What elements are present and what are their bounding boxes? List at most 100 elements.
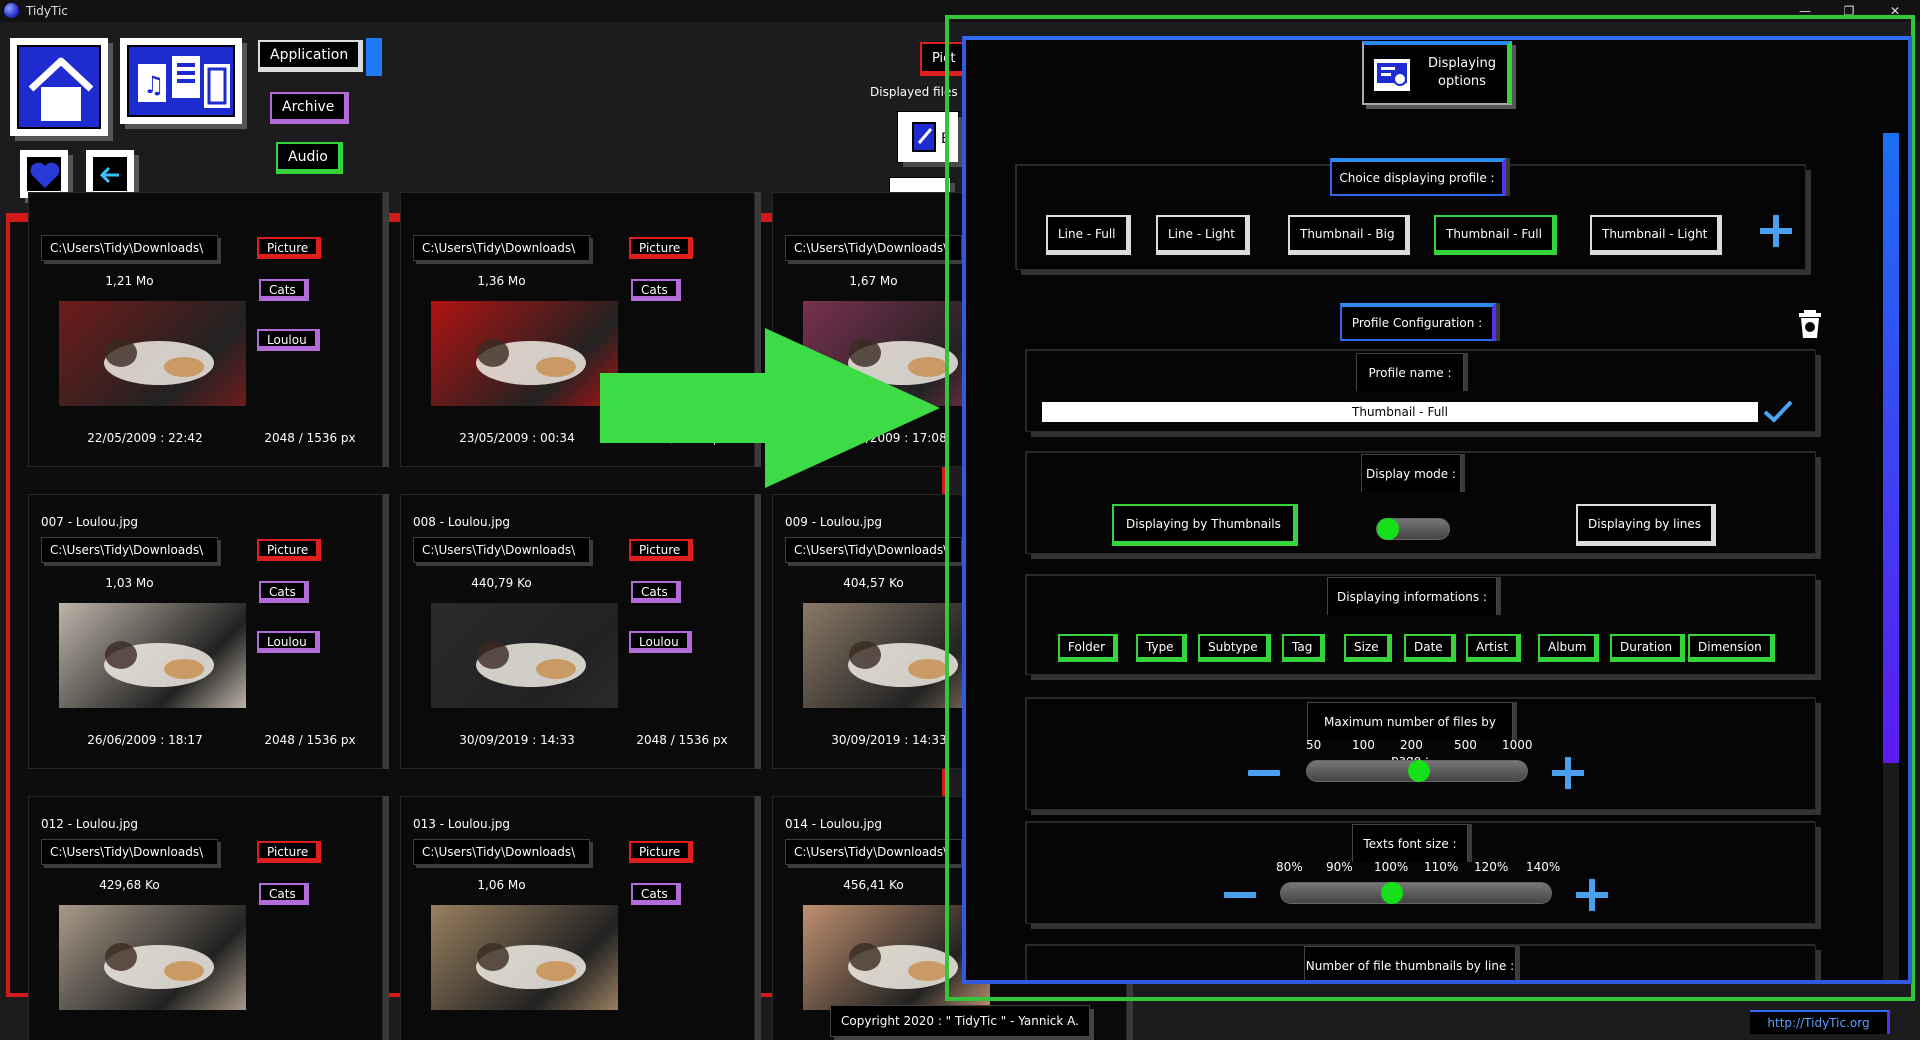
- max-files-slider-knob[interactable]: [1408, 760, 1430, 782]
- file-size: 404,57 Ko: [843, 576, 904, 590]
- file-path: C:\Users\Tidy\Downloads\: [41, 839, 218, 865]
- font-size-increase-button[interactable]: [1576, 879, 1608, 911]
- info-field-size[interactable]: Size: [1344, 634, 1392, 662]
- website-link[interactable]: http://TidyTic.org: [1750, 1010, 1890, 1034]
- font-size-slider-knob[interactable]: [1381, 882, 1403, 904]
- archive-filter-button[interactable]: Archive: [270, 92, 350, 124]
- file-date: 30/09/2019 : 14:33: [459, 733, 575, 747]
- file-thumbnail[interactable]: [431, 603, 618, 708]
- home-button[interactable]: [10, 38, 108, 136]
- file-size: 1,06 Mo: [477, 878, 526, 892]
- info-field-duration[interactable]: Duration: [1610, 634, 1686, 662]
- cat-photo-icon: [104, 943, 214, 989]
- type-tag[interactable]: Picture: [257, 539, 322, 561]
- font-size-tick: 120%: [1474, 860, 1509, 874]
- file-card[interactable]: 008 - Loulou.jpg C:\Users\Tidy\Downloads\…: [400, 494, 755, 769]
- custom-tag[interactable]: Loulou: [257, 631, 320, 653]
- profile-option-4[interactable]: Thumbnail - Light: [1590, 215, 1723, 255]
- type-tag[interactable]: Picture: [629, 237, 694, 259]
- file-card[interactable]: 012 - Loulou.jpg C:\Users\Tidy\Downloads\…: [28, 796, 383, 1040]
- custom-tag[interactable]: Loulou: [629, 631, 692, 653]
- info-field-subtype[interactable]: Subtype: [1198, 634, 1271, 662]
- type-tag[interactable]: Picture: [629, 841, 694, 863]
- max-files-decrease-button[interactable]: [1248, 770, 1280, 776]
- mode-lines-button[interactable]: Displaying by lines: [1576, 504, 1717, 546]
- profile-option-3[interactable]: Thumbnail - Full: [1434, 215, 1557, 255]
- info-field-artist[interactable]: Artist: [1466, 634, 1522, 662]
- info-field-folder[interactable]: Folder: [1058, 634, 1119, 662]
- file-thumbnail[interactable]: [59, 603, 246, 708]
- info-field-type[interactable]: Type: [1136, 634, 1187, 662]
- info-field-date[interactable]: Date: [1404, 634, 1456, 662]
- file-thumbnail[interactable]: [59, 905, 246, 1010]
- profile-name-input[interactable]: Thumbnail - Full: [1042, 402, 1758, 422]
- add-profile-button[interactable]: [1760, 215, 1792, 247]
- file-path: C:\Users\Tidy\Downloads\: [41, 537, 218, 563]
- subtype-tag[interactable]: Cats: [259, 581, 309, 603]
- file-card[interactable]: 007 - Loulou.jpg C:\Users\Tidy\Downloads\…: [28, 494, 383, 769]
- profile-config-label: Profile Configuration :: [1340, 303, 1496, 341]
- scrollbar-thumb[interactable]: [1883, 133, 1899, 763]
- profile-option-0[interactable]: Line - Full: [1046, 215, 1131, 255]
- display-mode-label: Display mode :: [1361, 454, 1461, 492]
- file-card[interactable]: 013 - Loulou.jpg C:\Users\Tidy\Downloads\…: [400, 796, 755, 1040]
- media-files-icon: ♫: [127, 45, 235, 117]
- display-mode-toggle[interactable]: [1376, 518, 1450, 540]
- file-date: 23/05/2009 : 00:34: [459, 431, 575, 445]
- info-field-tag[interactable]: Tag: [1282, 634, 1326, 662]
- file-size: 429,68 Ko: [99, 878, 160, 892]
- type-tag[interactable]: Picture: [257, 841, 322, 863]
- displaying-options-panel: Displaying options Choice displaying pro…: [962, 36, 1912, 984]
- max-files-slider[interactable]: [1306, 760, 1528, 782]
- file-thumbnail[interactable]: [59, 301, 246, 406]
- max-files-label: Maximum number of files by page :: [1307, 702, 1513, 767]
- favorites-button[interactable]: [20, 150, 68, 198]
- profile-name-label: Profile name :: [1356, 353, 1464, 391]
- max-files-tick: 100: [1352, 738, 1375, 752]
- file-path: C:\Users\Tidy\Downloads\: [413, 235, 590, 261]
- cat-photo-icon: [104, 641, 214, 687]
- scrollbar-track[interactable]: [1883, 760, 1899, 980]
- confirm-checkmark-icon[interactable]: [1762, 398, 1794, 424]
- info-field-dimension[interactable]: Dimension: [1688, 634, 1775, 662]
- file-thumbnail[interactable]: [431, 905, 618, 1010]
- file-name: 014 - Loulou.jpg: [785, 817, 882, 831]
- type-tag[interactable]: Picture: [629, 539, 694, 561]
- copyright-text: Copyright 2020 : " TidyTic " - Yannick A…: [830, 1005, 1090, 1037]
- font-size-slider[interactable]: [1280, 882, 1552, 904]
- file-path: C:\Users\Tidy\Downloads\: [413, 537, 590, 563]
- display-mode-toggle-knob[interactable]: [1377, 518, 1399, 540]
- heart-icon: [27, 157, 61, 191]
- displaying-info-label: Displaying informations :: [1327, 577, 1497, 615]
- file-size: 1,67 Mo: [849, 274, 898, 288]
- profile-option-2[interactable]: Thumbnail - Big: [1288, 215, 1410, 255]
- file-thumbnail[interactable]: [431, 301, 618, 406]
- media-button[interactable]: ♫: [120, 38, 242, 124]
- file-card[interactable]: C:\Users\Tidy\Downloads\ 1,21 Mo Picture Ca…: [28, 192, 383, 467]
- subtype-tag[interactable]: Cats: [631, 279, 681, 301]
- back-button[interactable]: [86, 150, 134, 198]
- file-path: C:\Users\Tidy\Downloads\: [785, 537, 962, 563]
- subtype-tag[interactable]: Cats: [259, 279, 309, 301]
- type-tag[interactable]: Picture: [257, 237, 322, 259]
- application-filter-button[interactable]: Application: [258, 40, 364, 72]
- file-size: 440,79 Ko: [471, 576, 532, 590]
- audio-filter-button[interactable]: Audio: [276, 142, 343, 174]
- application-color-marker: [366, 38, 382, 76]
- subtype-tag[interactable]: Cats: [631, 883, 681, 905]
- font-size-tick: 90%: [1326, 860, 1353, 874]
- thumbs-per-line-label: Number of file thumbnails by line :: [1304, 946, 1516, 980]
- font-size-tick: 140%: [1526, 860, 1561, 874]
- custom-tag[interactable]: Loulou: [257, 329, 320, 351]
- max-files-tick: 50: [1306, 738, 1322, 752]
- file-date: 22/05/2009 : 22:42: [87, 431, 203, 445]
- mode-thumbnails-button[interactable]: Displaying by Thumbnails: [1112, 504, 1298, 546]
- max-files-increase-button[interactable]: [1552, 757, 1584, 789]
- font-size-decrease-button[interactable]: [1224, 892, 1256, 898]
- subtype-tag[interactable]: Cats: [631, 581, 681, 603]
- profile-option-1[interactable]: Line - Light: [1156, 215, 1250, 255]
- info-field-album[interactable]: Album: [1538, 634, 1600, 662]
- displaying-options-header: Displaying options: [1362, 41, 1512, 105]
- subtype-tag[interactable]: Cats: [259, 883, 309, 905]
- delete-profile-icon[interactable]: [1796, 308, 1824, 340]
